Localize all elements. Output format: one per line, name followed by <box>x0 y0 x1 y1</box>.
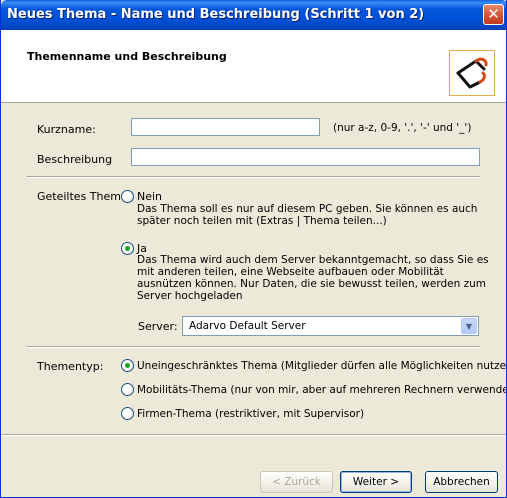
window-title: Neues Thema - Name und Beschreibung (Sch… <box>7 7 425 22</box>
ja-description-line-1: Das Thema wird auch dem Server bekanntge… <box>137 254 489 266</box>
title-bar[interactable]: Neues Thema - Name und Beschreibung (Sch… <box>1 0 506 30</box>
chevron-down-icon: ▼ <box>465 322 473 331</box>
wizard-header: Themenname und Beschreibung <box>1 30 506 103</box>
separator <box>27 346 480 348</box>
radio-firmen-label[interactable]: Firmen-Thema (restriktiver, mit Supervis… <box>137 408 364 420</box>
wizard-dialog: Neues Thema - Name und Beschreibung (Sch… <box>0 0 507 498</box>
theme-type-label: Thementyp: <box>37 360 104 373</box>
cancel-button[interactable]: Abbrechen <box>425 471 498 493</box>
kurzname-hint: (nur a-z, 0-9, '.', '-' und '_') <box>333 122 472 134</box>
next-button[interactable]: Weiter > <box>340 471 412 493</box>
radio-uneingeschraenkt[interactable] <box>121 359 134 372</box>
radio-nein-label[interactable]: Nein <box>137 190 162 203</box>
server-label: Server: <box>138 320 178 333</box>
separator <box>27 176 480 178</box>
page-title: Themenname und Beschreibung <box>27 50 227 63</box>
dropdown-button[interactable]: ▼ <box>461 318 477 334</box>
radio-nein[interactable] <box>121 190 134 203</box>
ja-description-line-2: mit anderen teilen, eine Webseite aufbau… <box>137 266 444 278</box>
sharing-label: Geteiltes Thema <box>37 190 128 203</box>
ja-description-line-3: ausnützen können. Nur Daten, die sie bew… <box>137 278 486 290</box>
back-button[interactable]: < Zurück <box>260 471 333 493</box>
beschreibung-input[interactable] <box>131 148 480 166</box>
close-button[interactable]: ✕ <box>483 4 504 25</box>
nein-description-line-1: Das Thema soll es nur auf diesem PC gebe… <box>137 203 478 215</box>
radio-mobilitaet[interactable] <box>121 383 134 396</box>
beschreibung-label: Beschreibung <box>37 153 113 166</box>
boomerang-logo-icon <box>449 50 495 96</box>
kurzname-input[interactable] <box>131 118 320 136</box>
ja-description-line-4: Server hochgeladen <box>137 290 243 302</box>
kurzname-label: Kurzname: <box>37 123 96 136</box>
nein-description-line-2: später noch teilen mit (Extras | Thema t… <box>137 215 387 227</box>
radio-firmen[interactable] <box>121 407 134 420</box>
radio-ja[interactable] <box>121 242 134 255</box>
radio-mobilitaet-label[interactable]: Mobilitäts-Thema (nur von mir, aber auf … <box>137 384 506 396</box>
server-dropdown[interactable]: Adarvo Default Server ▼ <box>182 316 479 336</box>
close-icon: ✕ <box>487 5 500 23</box>
footer-separator <box>1 434 506 436</box>
radio-uneingeschraenkt-label[interactable]: Uneingeschränktes Thema (Mitglieder dürf… <box>137 360 506 372</box>
server-selected-value: Adarvo Default Server <box>189 320 306 332</box>
